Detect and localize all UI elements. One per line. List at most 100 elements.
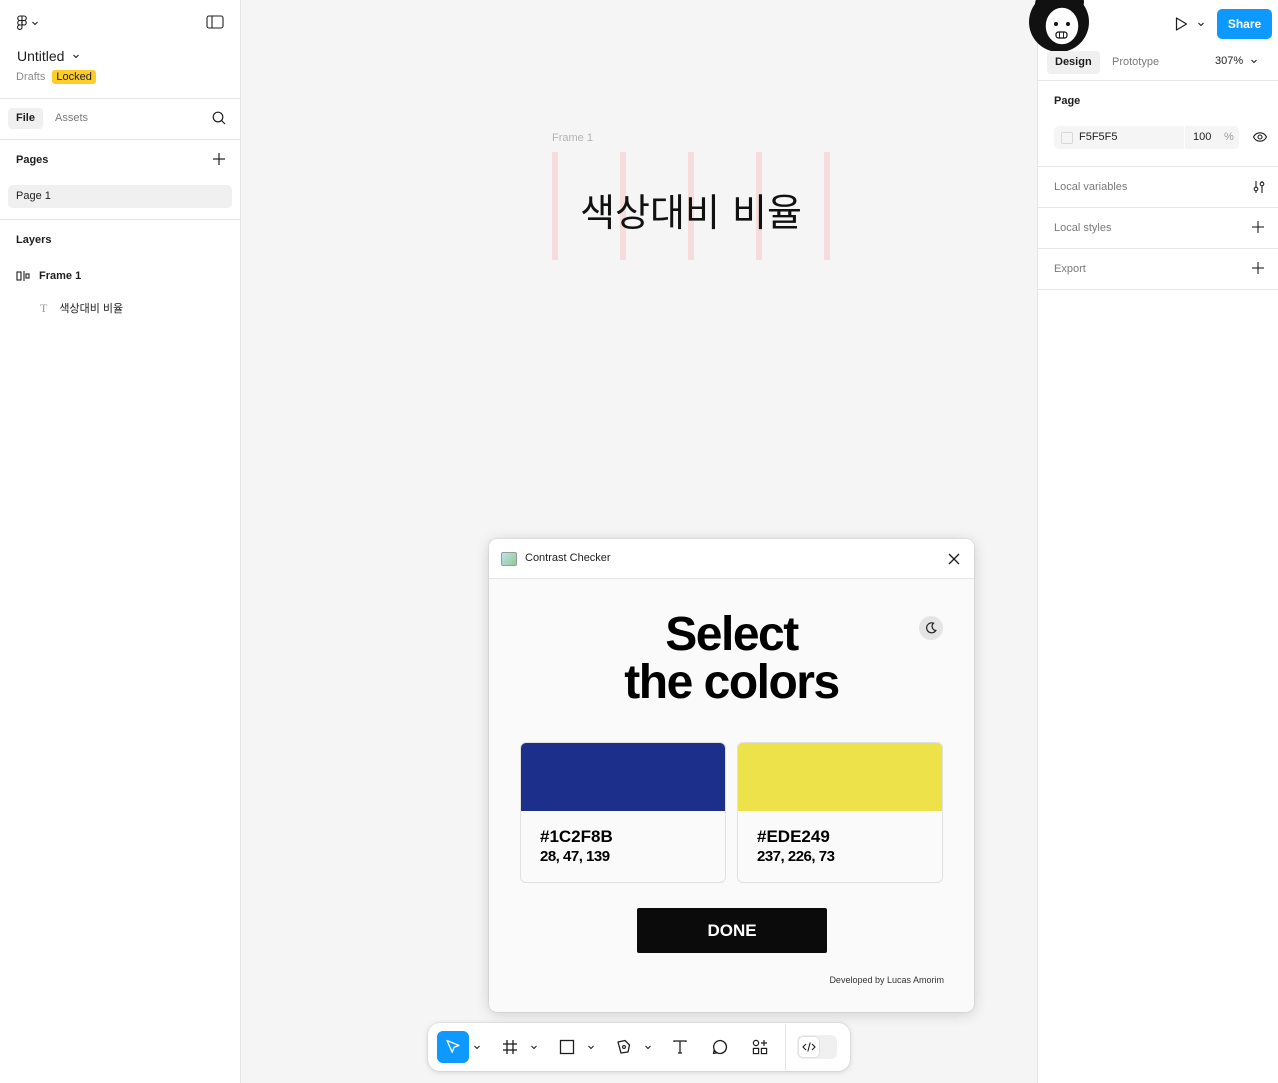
text-icon: T bbox=[40, 300, 48, 315]
local-styles-label: Local styles bbox=[1054, 222, 1112, 234]
chevron-down-icon bbox=[73, 54, 80, 59]
export-row[interactable]: Export bbox=[1038, 249, 1278, 290]
file-location: Drafts Locked bbox=[16, 70, 96, 84]
plugin-image-icon bbox=[501, 552, 517, 566]
search-icon[interactable] bbox=[211, 110, 227, 126]
export-label: Export bbox=[1054, 263, 1086, 275]
sliders-icon[interactable] bbox=[1251, 179, 1267, 195]
frame-label[interactable]: Frame 1 bbox=[552, 132, 593, 144]
background-opacity[interactable]: 100 bbox=[1193, 131, 1211, 143]
rectangle-icon bbox=[559, 1039, 575, 1055]
frame-icon bbox=[503, 1040, 517, 1054]
layer-item-text[interactable]: T 색상대비 비율 bbox=[40, 300, 123, 316]
chevron-down-icon[interactable] bbox=[587, 1043, 595, 1051]
add-icon[interactable] bbox=[1251, 220, 1265, 234]
toggle-sidebar-icon[interactable] bbox=[206, 15, 224, 29]
tab-assets[interactable]: Assets bbox=[47, 108, 96, 129]
dev-mode-knob bbox=[798, 1036, 820, 1058]
layers-label: Layers bbox=[16, 234, 52, 246]
frame-text-layer[interactable]: 색상대비 비율 bbox=[552, 182, 830, 237]
pages-header: Pages bbox=[0, 140, 240, 180]
main-menu-button[interactable] bbox=[16, 14, 39, 32]
chevron-down-icon bbox=[1251, 59, 1258, 64]
zoom-level: 307% bbox=[1215, 55, 1244, 67]
color-card-background[interactable]: #EDE249 237, 226, 73 bbox=[737, 742, 943, 883]
divider bbox=[0, 219, 240, 220]
zoom-dropdown[interactable]: 307% bbox=[1215, 55, 1258, 67]
pages-label: Pages bbox=[16, 154, 49, 166]
developer-credit: Developed by Lucas Amorim bbox=[829, 975, 944, 985]
local-variables-row[interactable]: Local variables bbox=[1038, 167, 1278, 208]
code-icon bbox=[802, 1042, 816, 1052]
plugin-header[interactable]: Contrast Checker bbox=[489, 539, 974, 579]
color-rgb: 28, 47, 139 bbox=[540, 848, 610, 865]
plugin-heading: Select the colors bbox=[489, 611, 974, 707]
drafts-link[interactable]: Drafts bbox=[16, 71, 45, 83]
frame-tool[interactable] bbox=[498, 1035, 522, 1059]
chevron-down-icon[interactable] bbox=[530, 1043, 538, 1051]
dev-mode-toggle[interactable] bbox=[797, 1035, 837, 1059]
heading-line: Select bbox=[665, 608, 799, 661]
page-item[interactable]: Page 1 bbox=[8, 185, 232, 208]
toolbar-divider bbox=[785, 1024, 786, 1070]
heading-line: the colors bbox=[624, 656, 840, 709]
file-title-button[interactable]: Untitled bbox=[17, 48, 80, 64]
chevron-down-icon[interactable] bbox=[644, 1043, 652, 1051]
play-icon bbox=[1175, 17, 1188, 31]
actions-icon bbox=[752, 1039, 768, 1055]
share-button[interactable]: Share bbox=[1217, 9, 1272, 39]
eye-icon[interactable] bbox=[1252, 130, 1268, 144]
contrast-checker-plugin: Contrast Checker Select the colors #1C2F… bbox=[489, 539, 974, 1012]
add-page-icon[interactable] bbox=[212, 152, 226, 166]
text-tool[interactable] bbox=[668, 1035, 692, 1059]
layer-item-frame[interactable]: Frame 1 bbox=[16, 268, 81, 284]
chevron-down-icon bbox=[32, 21, 38, 26]
bottom-toolbar bbox=[428, 1023, 850, 1071]
comment-icon bbox=[712, 1039, 728, 1055]
local-variables-label: Local variables bbox=[1054, 181, 1128, 193]
layer-label: 색상대비 비율 bbox=[59, 303, 124, 315]
left-panel: Untitled Drafts Locked File Assets Pages… bbox=[0, 0, 241, 1083]
cursor-icon bbox=[446, 1039, 460, 1053]
page-item-label: Page 1 bbox=[16, 190, 51, 202]
comment-tool[interactable] bbox=[708, 1035, 732, 1059]
page-section: Page F5F5F5 100 % bbox=[1038, 82, 1278, 167]
close-icon[interactable] bbox=[947, 552, 961, 566]
pen-tool[interactable] bbox=[612, 1035, 636, 1059]
add-icon[interactable] bbox=[1251, 261, 1265, 275]
done-button[interactable]: DONE bbox=[637, 908, 827, 953]
color-hex: #1C2F8B bbox=[540, 827, 613, 846]
locked-badge[interactable]: Locked bbox=[52, 70, 96, 84]
field-divider bbox=[1184, 126, 1185, 149]
page-background-field[interactable]: F5F5F5 100 % bbox=[1054, 126, 1239, 149]
right-panel: Share Design Prototype 307% Page F5F5F5 … bbox=[1029, 0, 1278, 1083]
opacity-unit: % bbox=[1224, 131, 1234, 143]
layer-label: Frame 1 bbox=[39, 270, 82, 282]
color-rgb: 237, 226, 73 bbox=[757, 848, 835, 865]
tab-design[interactable]: Design bbox=[1047, 51, 1100, 74]
color-swatch[interactable] bbox=[738, 743, 942, 811]
frame-layout-icon bbox=[16, 271, 30, 281]
chevron-down-icon[interactable] bbox=[473, 1043, 481, 1051]
frame-1[interactable]: 색상대비 비율 bbox=[552, 152, 830, 260]
tab-prototype[interactable]: Prototype bbox=[1104, 51, 1167, 74]
tab-file[interactable]: File bbox=[8, 108, 43, 129]
color-hex: #EDE249 bbox=[757, 827, 830, 846]
shape-tool[interactable] bbox=[555, 1035, 579, 1059]
color-chip[interactable] bbox=[1061, 132, 1073, 144]
color-card-foreground[interactable]: #1C2F8B 28, 47, 139 bbox=[520, 742, 726, 883]
present-button[interactable] bbox=[1173, 16, 1205, 32]
move-tool[interactable] bbox=[437, 1031, 469, 1063]
chevron-down-icon bbox=[1198, 22, 1204, 27]
local-styles-row[interactable]: Local styles bbox=[1038, 208, 1278, 249]
right-tabs: Design Prototype 307% bbox=[1038, 48, 1278, 81]
color-swatch[interactable] bbox=[521, 743, 725, 811]
left-tabs: File Assets bbox=[0, 99, 240, 140]
actions-tool[interactable] bbox=[748, 1035, 772, 1059]
page-section-label: Page bbox=[1054, 95, 1081, 107]
background-hex[interactable]: F5F5F5 bbox=[1079, 131, 1118, 143]
plugin-title: Contrast Checker bbox=[525, 552, 611, 564]
file-title: Untitled bbox=[17, 48, 65, 64]
pen-icon bbox=[617, 1039, 631, 1054]
file-header: Untitled Drafts Locked bbox=[0, 0, 240, 99]
